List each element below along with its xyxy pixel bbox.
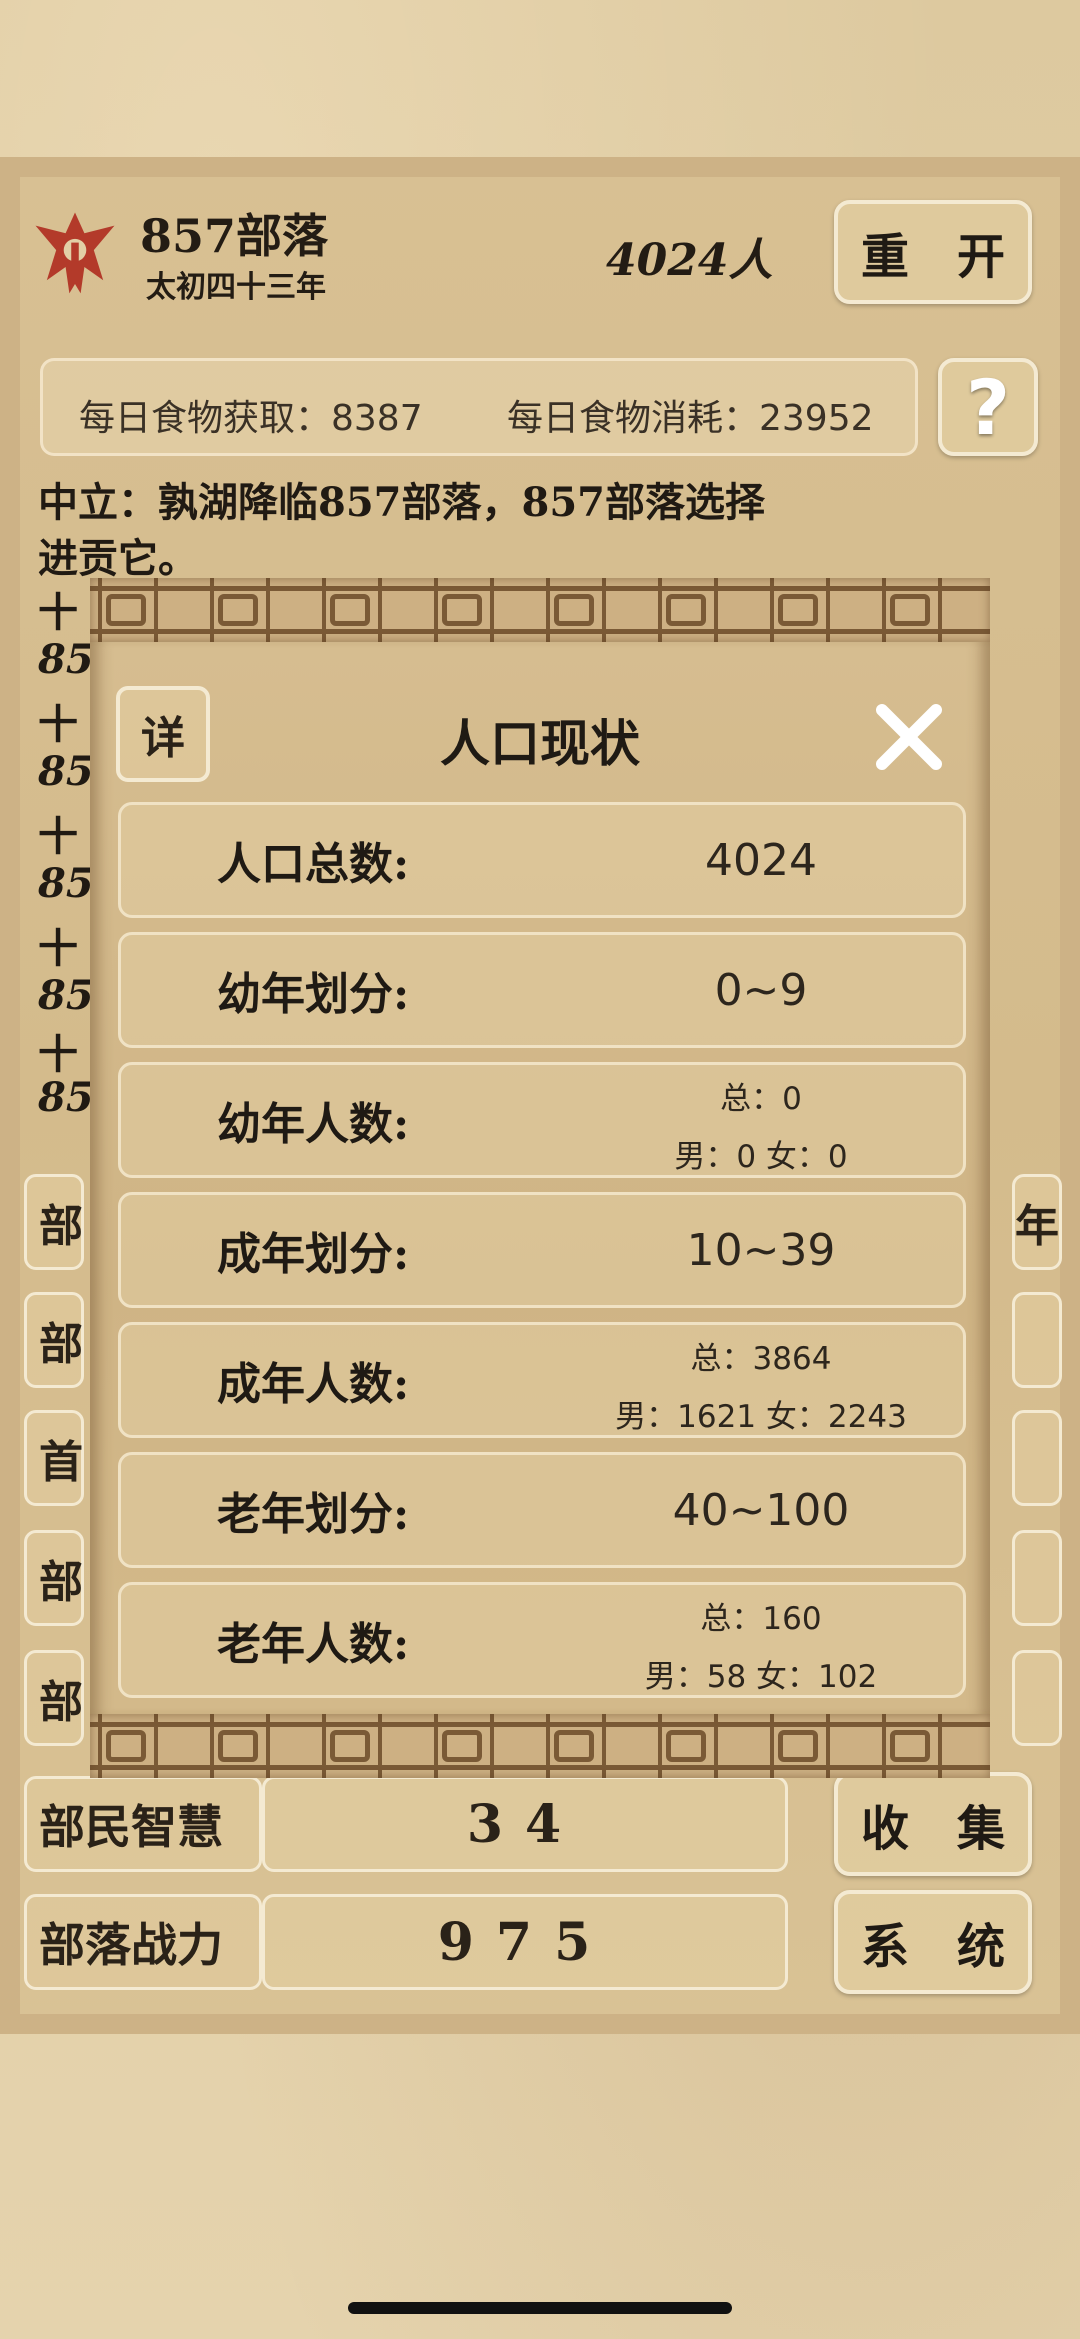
question-mark-icon: ? [965, 362, 1011, 452]
meander-spiral [218, 594, 258, 626]
meander-spiral [554, 594, 594, 626]
population-count: 4024人 [606, 235, 773, 286]
child-count-row: 幼年人数: 总：0 男：0 女：0 [118, 1062, 966, 1178]
wisdom-value: 34 [262, 1776, 788, 1872]
event-log-line: 进贡它。 [38, 535, 198, 582]
side-tab[interactable]: 首 [24, 1410, 84, 1506]
event-log-partial: 85 [38, 636, 94, 683]
side-tab[interactable]: 部 [24, 1174, 84, 1270]
wisdom-label: 部民智慧 [24, 1776, 262, 1872]
modal-title: 人口现状 [440, 714, 640, 773]
row-gender-split: 男：1621 女：2243 [615, 1399, 907, 1435]
row-label: 老年划分: [217, 1489, 410, 1540]
event-log-partial: 十 [38, 1031, 78, 1078]
meander-spiral [554, 1730, 594, 1762]
meander-spiral [330, 1730, 370, 1762]
row-value: 0~9 [714, 964, 808, 1016]
side-tab[interactable]: 部 [24, 1530, 84, 1626]
elder-age-range-row: 老年划分: 40~100 [118, 1452, 966, 1568]
row-value: 10~39 [686, 1224, 836, 1276]
row-gender-split: 男：58 女：102 [644, 1659, 878, 1695]
event-log-partial: 85 [38, 860, 94, 907]
side-tab[interactable]: 部 [24, 1650, 84, 1746]
event-log-line: 中立：孰湖降临857部落，857部落选择 [38, 479, 765, 526]
collect-button[interactable]: 收 集 [834, 1772, 1032, 1876]
row-value: 40~100 [672, 1484, 850, 1536]
help-button[interactable]: ? [938, 358, 1038, 456]
row-label: 成年人数: [217, 1359, 410, 1410]
side-tab[interactable]: 部 [24, 1292, 84, 1388]
population-total-row: 人口总数: 4024 [118, 802, 966, 918]
daily-food-gain: 每日食物获取：8387 [79, 398, 423, 439]
adult-count-row: 成年人数: 总：3864 男：1621 女：2243 [118, 1322, 966, 1438]
side-tab-right[interactable] [1012, 1650, 1062, 1746]
event-log-partial: 十 [38, 701, 78, 748]
daily-food-cost: 每日食物消耗：23952 [507, 398, 874, 439]
side-tab-right[interactable] [1012, 1292, 1062, 1388]
event-log-partial: 十 [38, 813, 78, 860]
meander-spiral [778, 594, 818, 626]
system-button[interactable]: 系 统 [834, 1890, 1032, 1994]
meander-border-bottom [90, 1714, 990, 1778]
row-total: 总：160 [700, 1601, 822, 1637]
meander-spiral [442, 1730, 482, 1762]
tribe-name: 857部落 [140, 209, 329, 263]
event-log-partial: 85 [38, 972, 94, 1019]
row-label: 老年人数: [217, 1619, 410, 1670]
meander-spiral [666, 594, 706, 626]
event-log-partial: 十 [38, 589, 78, 636]
meander-spiral [890, 1730, 930, 1762]
meander-spiral [106, 594, 146, 626]
row-label: 幼年人数: [217, 1099, 410, 1150]
meander-spiral [330, 594, 370, 626]
era-date: 太初四十三年 [146, 270, 326, 305]
meander-spiral [890, 594, 930, 626]
adult-age-range-row: 成年划分: 10~39 [118, 1192, 966, 1308]
side-tab-right[interactable] [1012, 1410, 1062, 1506]
meander-spiral [442, 594, 482, 626]
row-label: 幼年划分: [217, 969, 410, 1020]
combat-power-label: 部落战力 [24, 1894, 262, 1990]
food-info-panel: 每日食物获取：8387 每日食物消耗：23952 [40, 358, 918, 456]
meander-spiral [218, 1730, 258, 1762]
close-icon[interactable] [872, 700, 946, 774]
row-total: 总：3864 [690, 1341, 832, 1377]
event-log-partial: 85 [38, 1074, 94, 1121]
event-log-partial: 85 [38, 748, 94, 795]
horde-emblem-icon [35, 212, 115, 294]
meander-spiral [778, 1730, 818, 1762]
home-indicator[interactable] [348, 2302, 732, 2314]
elder-count-row: 老年人数: 总：160 男：58 女：102 [118, 1582, 966, 1698]
row-value: 4024 [705, 834, 817, 886]
meander-border-top [90, 578, 990, 642]
population-modal: 详 人口现状 人口总数: 4024 幼年划分: 0~9 幼年人数: 总：0 男：… [90, 578, 990, 1778]
row-gender-split: 男：0 女：0 [674, 1139, 848, 1175]
child-age-range-row: 幼年划分: 0~9 [118, 932, 966, 1048]
row-total: 总：0 [720, 1081, 802, 1117]
row-label: 人口总数: [217, 839, 410, 890]
restart-button[interactable]: 重 开 [834, 200, 1032, 304]
meander-spiral [666, 1730, 706, 1762]
side-tab-right-label: 年 [1015, 1201, 1059, 1252]
side-tab-right[interactable]: 年 [1012, 1174, 1062, 1270]
event-log-partial: 十 [38, 925, 78, 972]
meander-spiral [106, 1730, 146, 1762]
combat-power-value: 975 [262, 1894, 788, 1990]
side-tab-right[interactable] [1012, 1530, 1062, 1626]
row-label: 成年划分: [217, 1229, 410, 1280]
